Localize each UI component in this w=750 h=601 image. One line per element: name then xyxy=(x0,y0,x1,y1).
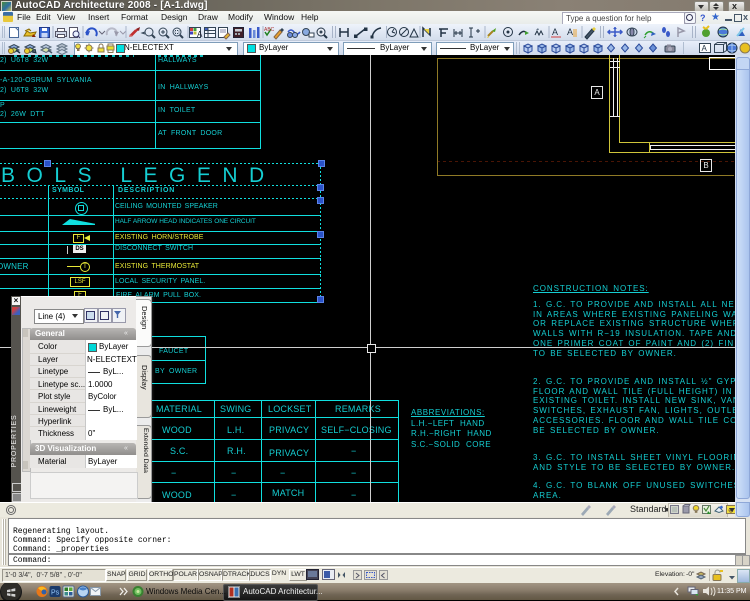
svg-text:A: A xyxy=(552,27,558,37)
svg-text:A: A xyxy=(702,44,708,53)
svg-text:A: A xyxy=(197,30,203,39)
svg-text:ABC: ABC xyxy=(264,27,275,33)
svg-text:A: A xyxy=(567,27,573,37)
